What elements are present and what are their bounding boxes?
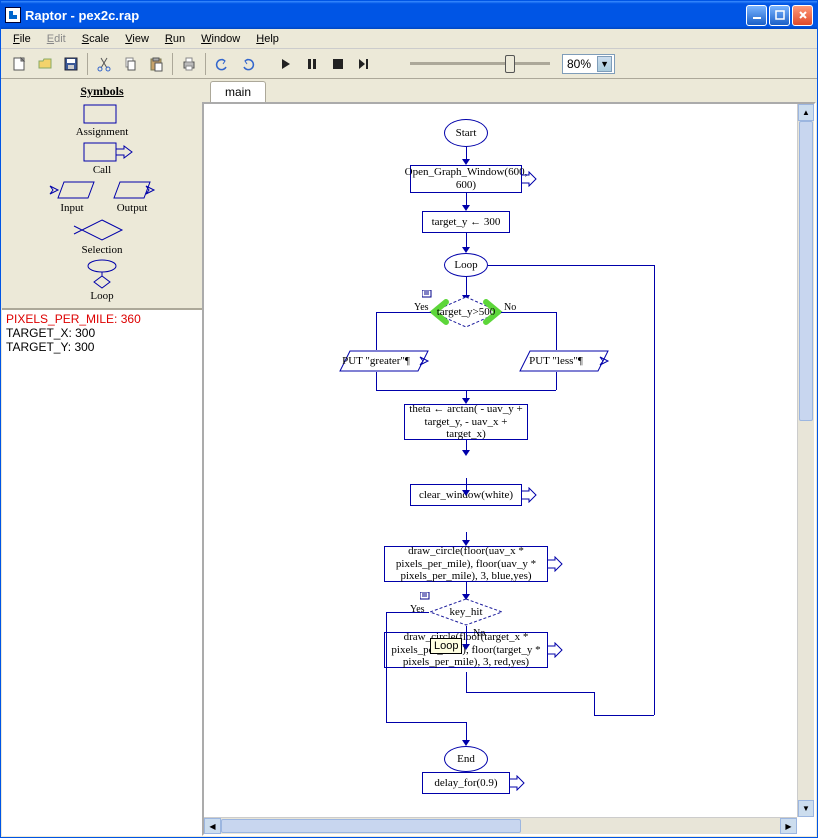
- slider-thumb[interactable]: [505, 55, 515, 73]
- copy-button[interactable]: [118, 52, 142, 76]
- print-button[interactable]: [177, 52, 201, 76]
- scroll-right-button[interactable]: ▶: [780, 818, 797, 834]
- close-button[interactable]: [792, 5, 813, 26]
- node-delay-for[interactable]: delay_for(0.9): [422, 772, 510, 794]
- var-target-x[interactable]: TARGET_X: 300: [4, 326, 200, 340]
- menu-scale[interactable]: Scale: [76, 31, 116, 47]
- step-button[interactable]: [352, 52, 376, 76]
- symbols-title: Symbols: [6, 84, 198, 99]
- stop-button[interactable]: [326, 52, 350, 76]
- menu-edit[interactable]: Edit: [41, 31, 72, 47]
- menubar: File Edit Scale View Run Window Help: [1, 29, 817, 49]
- variables-panel: PIXELS_PER_MILE: 360 TARGET_X: 300 TARGE…: [2, 309, 202, 836]
- symbol-loop[interactable]: Loop: [76, 258, 128, 302]
- app-window: Raptor - pex2c.rap File Edit Scale View …: [0, 0, 818, 838]
- symbol-call[interactable]: Call: [66, 140, 138, 176]
- node-start[interactable]: Start: [444, 119, 488, 147]
- tabstrip: main: [202, 80, 816, 102]
- node-put-less[interactable]: PUT "less"¶: [512, 350, 600, 372]
- node-put-greater[interactable]: PUT "greater"¶: [332, 350, 420, 372]
- symbol-output[interactable]: Output: [108, 178, 156, 214]
- label-no2: No: [473, 628, 485, 639]
- scroll-down-button[interactable]: ▼: [798, 800, 814, 817]
- tab-main[interactable]: main: [210, 81, 266, 102]
- node-open-graph[interactable]: Open_Graph_Window(600, 600): [410, 165, 522, 193]
- scroll-up-button[interactable]: ▲: [798, 104, 814, 121]
- comment-icon: [420, 592, 430, 600]
- node-draw-circle-1[interactable]: draw_circle(floor(uav_x * pixels_per_mil…: [384, 546, 548, 582]
- scroll-v-thumb[interactable]: [799, 121, 813, 421]
- scroll-left-button[interactable]: ◀: [204, 818, 221, 834]
- new-button[interactable]: [7, 52, 31, 76]
- symbol-selection[interactable]: Selection: [72, 216, 132, 256]
- scroll-h-thumb[interactable]: [221, 819, 521, 833]
- node-target-y-assign[interactable]: target_y ← 300: [422, 211, 510, 233]
- symbol-input[interactable]: Input: [48, 178, 96, 214]
- node-key-hit[interactable]: key_hit: [429, 598, 503, 626]
- workarea: Symbols Assignment Call I: [2, 80, 816, 836]
- symbol-assignment[interactable]: Assignment: [76, 102, 129, 138]
- cut-button[interactable]: [92, 52, 116, 76]
- horizontal-scrollbar[interactable]: ◀ ▶: [204, 817, 797, 834]
- maximize-button[interactable]: [769, 5, 790, 26]
- titlebar: Raptor - pex2c.rap: [1, 1, 817, 29]
- zoom-value: 80%: [567, 57, 591, 71]
- tooltip-loop: Loop: [430, 638, 462, 654]
- undo-button[interactable]: [210, 52, 234, 76]
- symbols-panel: Symbols Assignment Call I: [2, 80, 202, 309]
- paste-button[interactable]: [144, 52, 168, 76]
- dropdown-arrow-icon[interactable]: ▼: [597, 56, 612, 72]
- canvas-wrap: Start Open_Graph_Window(600, 600) target…: [202, 102, 816, 836]
- flowchart-canvas[interactable]: Start Open_Graph_Window(600, 600) target…: [204, 104, 814, 834]
- var-target-y[interactable]: TARGET_Y: 300: [4, 340, 200, 354]
- label-yes2: Yes: [410, 604, 425, 615]
- app-icon: [5, 7, 21, 23]
- menu-run[interactable]: Run: [159, 31, 191, 47]
- window-title: Raptor - pex2c.rap: [25, 8, 139, 23]
- node-cond-target-y[interactable]: target_y>500: [431, 296, 501, 328]
- zoom-select[interactable]: 80% ▼: [562, 54, 615, 74]
- var-pixels-per-mile[interactable]: PIXELS_PER_MILE: 360: [4, 312, 200, 326]
- redo-button[interactable]: [236, 52, 260, 76]
- menu-file[interactable]: File: [7, 31, 37, 47]
- menu-help[interactable]: Help: [250, 31, 285, 47]
- speed-slider[interactable]: [410, 62, 550, 65]
- minimize-button[interactable]: [746, 5, 767, 26]
- save-button[interactable]: [59, 52, 83, 76]
- toolbar: 80% ▼: [1, 49, 817, 79]
- node-loop[interactable]: Loop: [444, 253, 488, 277]
- comment-icon: [422, 290, 432, 298]
- menu-view[interactable]: View: [119, 31, 155, 47]
- menu-window[interactable]: Window: [195, 31, 246, 47]
- pause-button[interactable]: [300, 52, 324, 76]
- node-theta[interactable]: theta ← arctan( - uav_y + target_y, - ua…: [404, 404, 528, 440]
- open-button[interactable]: [33, 52, 57, 76]
- node-end[interactable]: End: [444, 746, 488, 772]
- play-button[interactable]: [274, 52, 298, 76]
- sidebar: Symbols Assignment Call I: [2, 80, 202, 836]
- main-pane: main Start Open_Graph_Window(600, 600): [202, 80, 816, 836]
- vertical-scrollbar[interactable]: ▲ ▼: [797, 104, 814, 817]
